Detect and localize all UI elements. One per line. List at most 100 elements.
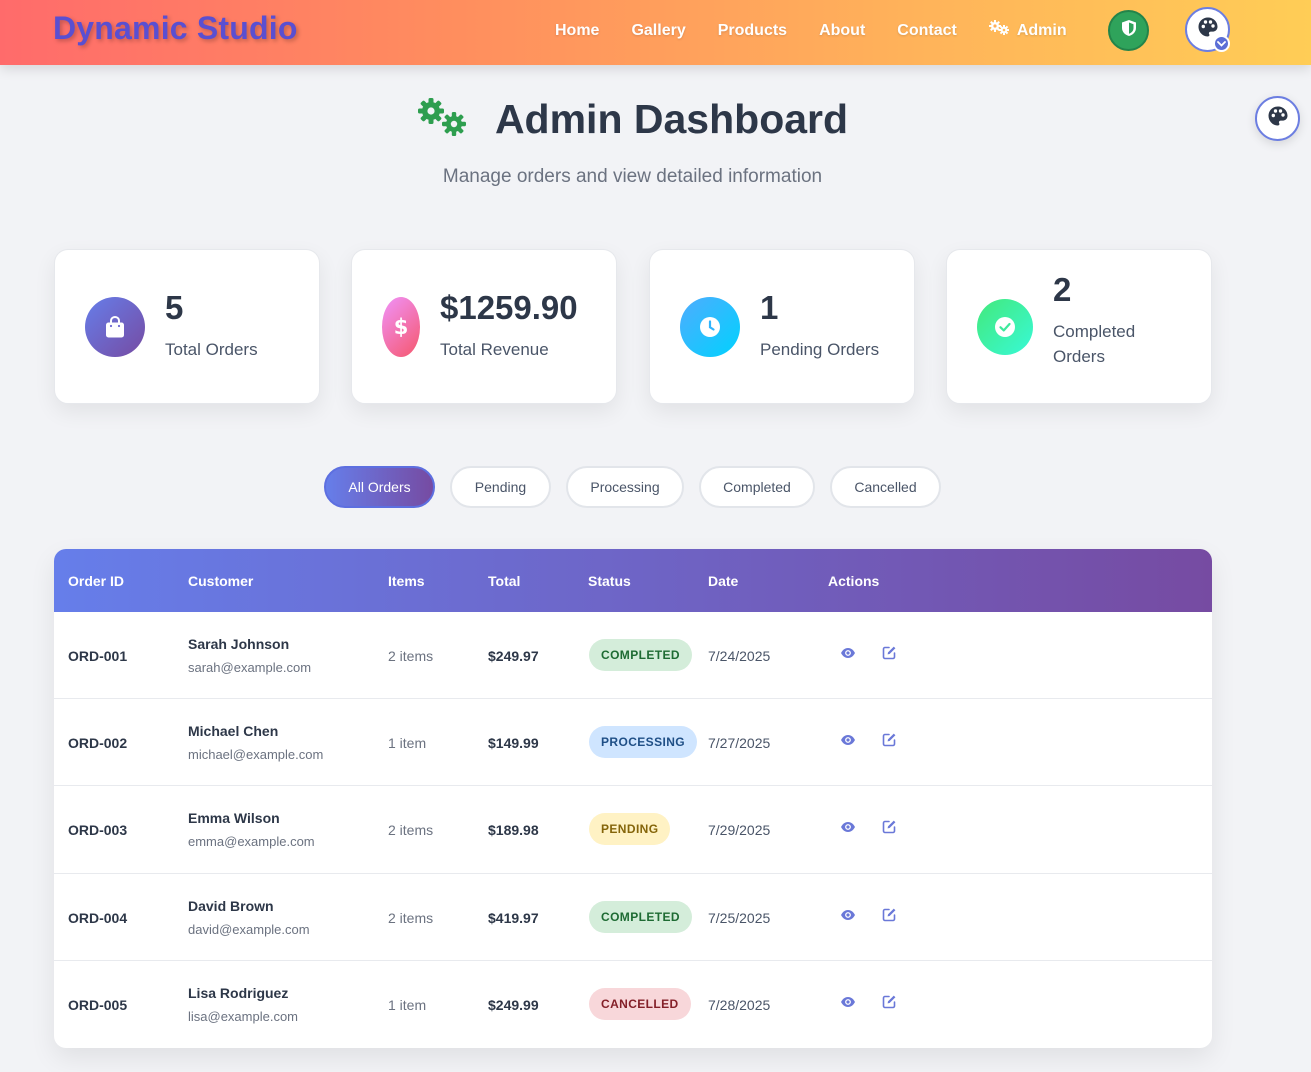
view-order-button[interactable] bbox=[840, 909, 856, 925]
edit-order-button[interactable] bbox=[881, 995, 897, 1012]
header-status: Status bbox=[588, 573, 631, 589]
order-total: $249.97 bbox=[488, 648, 539, 664]
customer-email: sarah@example.com bbox=[188, 660, 312, 675]
chevron-down-icon bbox=[1213, 35, 1230, 52]
eye-icon bbox=[840, 646, 856, 664]
order-date: 7/28/2025 bbox=[708, 996, 771, 1013]
edit-icon bbox=[882, 819, 897, 839]
stat-card-completed-orders: 2 Completed Orders bbox=[946, 249, 1212, 404]
order-date: 7/27/2025 bbox=[708, 735, 771, 752]
edit-icon bbox=[882, 732, 897, 752]
table-row: ORD-005 Lisa Rodriguez lisa@example.com … bbox=[54, 961, 1212, 1048]
order-id: ORD-005 bbox=[68, 996, 128, 1013]
table-body: ORD-001 Sarah Johnson sarah@example.com … bbox=[54, 612, 1212, 1048]
status-badge: COMPLETED bbox=[589, 639, 692, 671]
status-badge: COMPLETED bbox=[589, 900, 692, 933]
order-total: $189.98 bbox=[488, 822, 539, 839]
filter-completed[interactable]: Completed bbox=[699, 466, 815, 508]
stat-label: Total Orders bbox=[165, 340, 258, 359]
table-header: Order ID Customer Items Total Status Dat… bbox=[54, 549, 1212, 612]
shopping-bag-icon bbox=[85, 296, 145, 357]
nav-home[interactable]: Home bbox=[555, 20, 599, 41]
view-order-button[interactable] bbox=[840, 647, 856, 663]
check-circle-icon bbox=[977, 298, 1033, 355]
nav-admin[interactable]: Admin bbox=[988, 20, 1067, 41]
table-row: ORD-003 Emma Wilson emma@example.com 2 i… bbox=[54, 786, 1212, 874]
status-badge: PROCESSING bbox=[589, 726, 698, 759]
order-total: $419.97 bbox=[488, 909, 539, 926]
palette-icon bbox=[1267, 105, 1289, 132]
stat-card-total-revenue: $ $1259.90 Total Revenue bbox=[351, 249, 617, 404]
filter-all-orders[interactable]: All Orders bbox=[324, 466, 435, 508]
customer-email: emma@example.com bbox=[188, 834, 315, 850]
view-order-button[interactable] bbox=[840, 821, 856, 837]
eye-icon bbox=[840, 908, 856, 926]
order-date: 7/29/2025 bbox=[708, 822, 771, 839]
status-badge: CANCELLED bbox=[589, 987, 691, 1020]
theme-palette-button[interactable] bbox=[1185, 7, 1230, 52]
customer-name: Sarah Johnson bbox=[188, 636, 290, 652]
stat-value: 2 bbox=[1053, 270, 1072, 308]
order-items: 2 items bbox=[388, 822, 434, 839]
eye-icon bbox=[840, 820, 856, 838]
order-total: $149.99 bbox=[488, 735, 539, 752]
order-date: 7/24/2025 bbox=[708, 648, 771, 664]
nav-products[interactable]: Products bbox=[718, 20, 787, 41]
stat-label: Pending Orders bbox=[760, 340, 880, 359]
header-actions: Actions bbox=[828, 573, 880, 589]
brand-logo[interactable]: Dynamic Studio bbox=[53, 10, 298, 47]
header-customer: Customer bbox=[188, 573, 254, 589]
header-items: Items bbox=[388, 573, 425, 589]
edit-icon bbox=[882, 907, 897, 927]
order-items: 1 item bbox=[388, 996, 427, 1013]
edit-order-button[interactable] bbox=[881, 907, 897, 927]
customer-name: Michael Chen bbox=[188, 723, 279, 740]
nav-about[interactable]: About bbox=[819, 20, 865, 41]
stat-label: Total Revenue bbox=[440, 340, 549, 359]
stat-label: Completed Orders bbox=[1053, 321, 1136, 366]
nav-admin-label: Admin bbox=[1016, 21, 1067, 39]
header-date: Date bbox=[708, 573, 739, 589]
table-row: ORD-001 Sarah Johnson sarah@example.com … bbox=[54, 612, 1212, 700]
nav-gallery[interactable]: Gallery bbox=[631, 20, 685, 41]
dollar-icon: $ bbox=[382, 296, 420, 357]
edit-order-button[interactable] bbox=[881, 732, 897, 752]
table-row: ORD-002 Michael Chen michael@example.com… bbox=[54, 699, 1212, 787]
edit-order-button[interactable] bbox=[881, 819, 897, 839]
table-row: ORD-004 David Brown david@example.com 2 … bbox=[54, 874, 1212, 961]
order-items: 2 items bbox=[388, 909, 434, 926]
stat-value: $1259.90 bbox=[440, 289, 578, 326]
customer-name: David Brown bbox=[188, 897, 274, 914]
customer-email: david@example.com bbox=[188, 921, 310, 937]
order-total: $249.99 bbox=[488, 996, 539, 1013]
admin-shield-button[interactable] bbox=[1108, 10, 1149, 51]
svg-text:$: $ bbox=[394, 315, 409, 339]
view-order-button[interactable] bbox=[840, 996, 856, 1012]
status-badge: PENDING bbox=[589, 813, 671, 846]
order-id: ORD-003 bbox=[68, 822, 128, 839]
stat-card-total-orders: 5 Total Orders bbox=[54, 249, 320, 404]
filter-pending[interactable]: Pending bbox=[450, 466, 551, 508]
header-total: Total bbox=[488, 573, 521, 589]
order-items: 1 item bbox=[388, 735, 427, 752]
customer-name: Emma Wilson bbox=[188, 810, 280, 827]
stat-value: 1 bbox=[760, 289, 779, 326]
order-items: 2 items bbox=[388, 648, 434, 664]
customer-name: Lisa Rodriguez bbox=[188, 984, 289, 1001]
order-id: ORD-001 bbox=[68, 648, 128, 664]
shield-icon bbox=[1121, 19, 1137, 42]
eye-icon bbox=[840, 733, 856, 751]
page-header: Admin Dashboard Manage orders and view d… bbox=[0, 95, 1265, 188]
filter-processing[interactable]: Processing bbox=[566, 466, 684, 508]
view-order-button[interactable] bbox=[840, 734, 856, 750]
edit-icon bbox=[882, 645, 897, 665]
edit-order-button[interactable] bbox=[881, 645, 897, 665]
gears-icon bbox=[417, 97, 469, 144]
order-date: 7/25/2025 bbox=[708, 909, 771, 926]
filter-cancelled[interactable]: Cancelled bbox=[830, 466, 941, 508]
order-id: ORD-004 bbox=[68, 909, 128, 926]
orders-table: Order ID Customer Items Total Status Dat… bbox=[54, 549, 1212, 1048]
eye-icon bbox=[840, 995, 856, 1013]
clock-icon bbox=[680, 296, 740, 357]
nav-contact[interactable]: Contact bbox=[897, 20, 957, 41]
